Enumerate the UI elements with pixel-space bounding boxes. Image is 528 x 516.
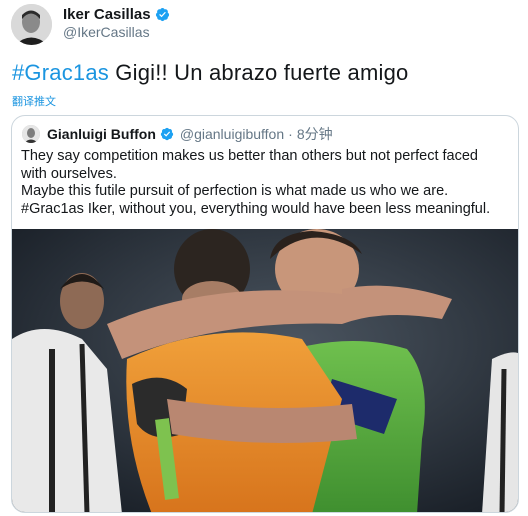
quoted-author-handle[interactable]: @gianluigibuffon [180, 126, 284, 142]
tweet-text: #Grac1as Gigi!! Un abrazo fuerte amigo [12, 60, 408, 86]
quoted-author-name[interactable]: Gianluigi Buffon [47, 126, 156, 142]
author-handle[interactable]: @IkerCasillas [63, 24, 150, 40]
quoted-text-line: #Grac1as Iker, without you, everything w… [21, 200, 491, 217]
quoted-tweet-text: They say competition makes us better tha… [21, 148, 511, 218]
quoted-timestamp[interactable]: 8分钟 [297, 124, 333, 144]
verified-badge-icon [155, 7, 169, 22]
profile-photo-icon [11, 4, 52, 45]
translate-tweet-link[interactable]: 翻译推文 [12, 93, 56, 109]
quoted-text-line: with ourselves. [21, 165, 117, 182]
author-avatar[interactable] [11, 4, 52, 45]
verified-badge-icon [160, 127, 173, 141]
quoted-author-avatar[interactable] [22, 125, 40, 143]
separator-dot: · [288, 126, 293, 142]
author-name[interactable]: Iker Casillas [63, 6, 151, 23]
quoted-text-line: They say competition makes us better tha… [21, 148, 478, 164]
hashtag-link[interactable]: #Grac1as [12, 60, 109, 85]
quoted-tweet[interactable]: Gianluigi Buffon @gianluigibuffon · 8分钟 … [11, 115, 519, 513]
embrace-photo-icon[interactable] [12, 229, 519, 513]
quoted-text-line: Maybe this futile pursuit of perfection … [21, 183, 449, 199]
tweet-body: Gigi!! Un abrazo fuerte amigo [108, 60, 409, 85]
profile-photo-icon [22, 125, 40, 143]
